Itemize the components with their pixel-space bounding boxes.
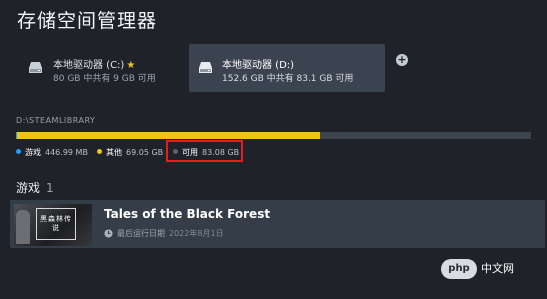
games-count: 1 — [46, 181, 54, 195]
usage-other-segment — [17, 132, 320, 139]
drive-d-info: 152.6 GB 中共有 83.1 GB 可用 — [222, 74, 354, 84]
games-section-header: 游戏 1 — [16, 181, 54, 195]
watermark: php 中文网 — [441, 259, 514, 281]
storage-usage-bar — [16, 132, 531, 139]
clock-icon — [104, 229, 113, 238]
hard-drive-icon — [199, 62, 212, 73]
legend-dot-icon — [16, 149, 21, 154]
highlight-box — [166, 140, 243, 162]
hard-drive-icon — [29, 62, 42, 73]
php-logo: php — [441, 259, 477, 279]
library-path: D:\STEAMLIBRARY — [16, 116, 96, 125]
game-thumbnail: 黑森林传说 — [14, 204, 92, 246]
game-last-played: 最后运行日期 2022年8月1日 — [104, 228, 224, 239]
legend-games: 游戏 446.99 MB — [16, 147, 88, 158]
star-icon: ★ — [126, 60, 136, 71]
game-title: Tales of the Black Forest — [104, 207, 271, 221]
drive-d-tile[interactable]: 本地驱动器 (D:) 152.6 GB 中共有 83.1 GB 可用 — [189, 44, 385, 92]
drive-c-tile[interactable]: 本地驱动器 (C:) ★ 80 GB 中共有 9 GB 可用 — [20, 44, 180, 92]
game-row[interactable]: 黑森林传说 Tales of the Black Forest 最后运行日期 20… — [10, 200, 545, 248]
add-drive-button[interactable]: + — [396, 54, 408, 66]
plus-icon: + — [397, 53, 407, 66]
legend-other: 其他 69.05 GB — [97, 147, 163, 158]
drive-d-name: 本地驱动器 (D:) — [222, 60, 295, 71]
drive-c-info: 80 GB 中共有 9 GB 可用 — [53, 74, 156, 84]
legend-dot-icon — [97, 149, 102, 154]
window-title: 存储空间管理器 — [17, 10, 158, 32]
drive-c-name: 本地驱动器 (C:) ★ — [53, 60, 136, 71]
